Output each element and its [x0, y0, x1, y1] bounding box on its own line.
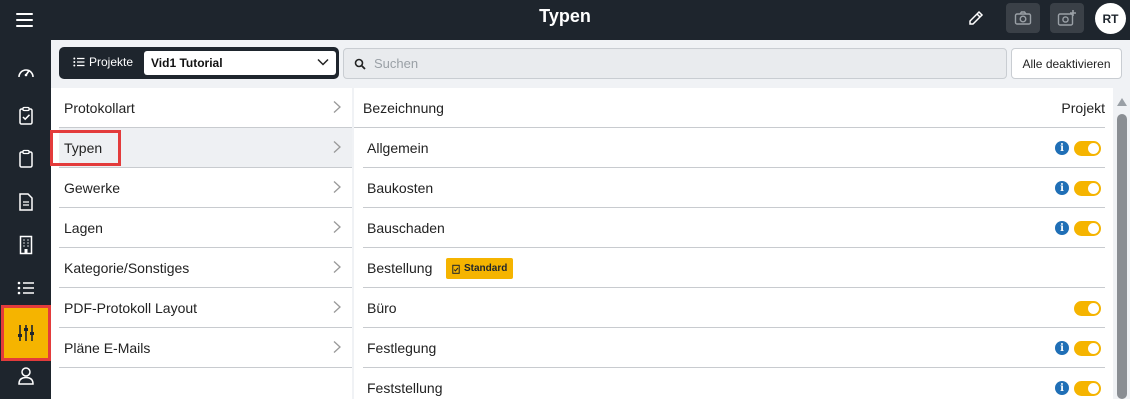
category-item-pdf-protokoll-layout[interactable]: PDF-Protokoll Layout [59, 288, 352, 328]
badge-label: Standard [464, 263, 508, 274]
table-row[interactable]: Büro [363, 288, 1105, 328]
column-header-project[interactable]: Projekt [1061, 100, 1105, 116]
clipboard-check-icon [452, 264, 460, 274]
info-icon[interactable]: i [1055, 341, 1069, 355]
row-name: Feststellung [367, 380, 443, 396]
list-icon [17, 281, 34, 295]
sidebar-item-settings[interactable] [1, 305, 51, 361]
scroll-up-arrow-icon[interactable] [1117, 98, 1127, 106]
category-item-protokollart[interactable]: Protokollart [59, 88, 352, 128]
row-name: Allgemein [367, 140, 429, 156]
chevron-right-icon [333, 141, 341, 153]
project-dropdown[interactable]: Vid1 Tutorial [144, 51, 336, 75]
sidebar-item-protocols[interactable] [0, 141, 51, 177]
project-toggle[interactable] [1074, 141, 1101, 156]
category-label: Lagen [64, 219, 103, 236]
project-toggle[interactable] [1074, 341, 1101, 356]
edit-button[interactable] [959, 3, 993, 33]
category-label: Pläne E-Mails [64, 339, 151, 356]
category-list: Protokollart Typen Gewerke Lagen Kategor… [51, 88, 352, 399]
project-dropdown-value: Vid1 Tutorial [151, 56, 223, 70]
sidebar-item-tasks[interactable] [0, 98, 51, 134]
chevron-right-icon [333, 221, 341, 233]
sidebar [0, 40, 51, 399]
project-toggle[interactable] [1074, 381, 1101, 396]
dashboard-icon [17, 69, 34, 78]
chevron-down-icon [317, 58, 329, 66]
chevron-right-icon [333, 181, 341, 193]
edit-icon [969, 10, 984, 25]
standard-badge: Standard [446, 258, 514, 279]
sidebar-item-users[interactable] [0, 358, 51, 394]
info-icon[interactable]: i [1055, 221, 1069, 235]
projects-label[interactable]: Projekte [73, 55, 133, 69]
avatar[interactable]: RT [1095, 3, 1126, 34]
project-toggle[interactable] [1074, 221, 1101, 236]
category-label: Kategorie/Sonstiges [64, 259, 190, 276]
top-bar: Typen RT [0, 0, 1130, 40]
table-row[interactable]: Feststellung i [363, 368, 1105, 399]
sidebar-item-buildings[interactable] [0, 227, 51, 263]
clipboard-icon [18, 149, 33, 168]
row-name: Festlegung [367, 340, 437, 356]
table-header: Bezeichnung Projekt [354, 88, 1105, 128]
projects-label-text: Projekte [89, 55, 134, 69]
info-icon[interactable]: i [1055, 141, 1069, 155]
sidebar-item-dashboard[interactable] [0, 55, 51, 91]
list-icon [73, 57, 85, 67]
info-icon[interactable]: i [1055, 381, 1069, 395]
document-icon [18, 193, 33, 211]
table-row[interactable]: Baukosten i [363, 168, 1105, 208]
row-name: Bauschaden [367, 220, 445, 236]
scrollbar[interactable] [1115, 92, 1130, 399]
category-item-lagen[interactable]: Lagen [59, 208, 352, 248]
category-label: Protokollart [64, 99, 135, 116]
row-name: Baukosten [367, 180, 434, 196]
project-toggle[interactable] [1074, 301, 1101, 316]
sidebar-item-documents[interactable] [0, 184, 51, 220]
menu-icon[interactable] [10, 8, 40, 32]
column-header-name[interactable]: Bezeichnung [363, 100, 444, 116]
chevron-right-icon [333, 101, 341, 113]
project-toggle[interactable] [1074, 181, 1101, 196]
row-name: Büro [367, 300, 397, 316]
table-row[interactable]: Bauschaden i [363, 208, 1105, 248]
category-item-typen[interactable]: Typen [59, 128, 352, 168]
row-name: Bestellung [367, 260, 433, 276]
scroll-thumb[interactable] [1117, 114, 1127, 399]
add-photo-icon [1057, 10, 1076, 26]
category-label: PDF-Protokoll Layout [64, 299, 198, 316]
camera-icon [1014, 11, 1032, 25]
category-label: Typen [64, 139, 103, 156]
add-photo-button[interactable] [1050, 3, 1084, 33]
project-selector: Projekte Vid1 Tutorial [59, 47, 339, 79]
table-row[interactable]: Allgemein i [363, 128, 1105, 168]
chevron-right-icon [333, 301, 341, 313]
user-icon [17, 367, 34, 385]
sliders-icon [18, 325, 34, 341]
building-icon [19, 235, 32, 255]
category-label: Gewerke [64, 179, 121, 196]
search-input[interactable]: Suchen [343, 48, 1007, 79]
category-item-gewerke[interactable]: Gewerke [59, 168, 352, 208]
info-icon[interactable]: i [1055, 181, 1069, 195]
camera-button[interactable] [1006, 3, 1040, 33]
clipboard-check-icon [18, 106, 33, 125]
chevron-right-icon [333, 261, 341, 273]
table-row[interactable]: Festlegung i [363, 328, 1105, 368]
table-row[interactable]: Bestellung Standard [363, 248, 1105, 288]
search-icon [354, 58, 366, 70]
search-placeholder: Suchen [374, 56, 419, 71]
types-table: Bezeichnung Projekt Allgemein i Baukoste… [354, 88, 1113, 399]
category-item-kategorie-sonstiges[interactable]: Kategorie/Sonstiges [59, 248, 352, 288]
chevron-right-icon [333, 341, 341, 353]
deactivate-all-button[interactable]: Alle deaktivieren [1011, 48, 1122, 79]
category-item-plaene-emails[interactable]: Pläne E-Mails [59, 328, 352, 368]
sidebar-item-lists[interactable] [0, 270, 51, 306]
